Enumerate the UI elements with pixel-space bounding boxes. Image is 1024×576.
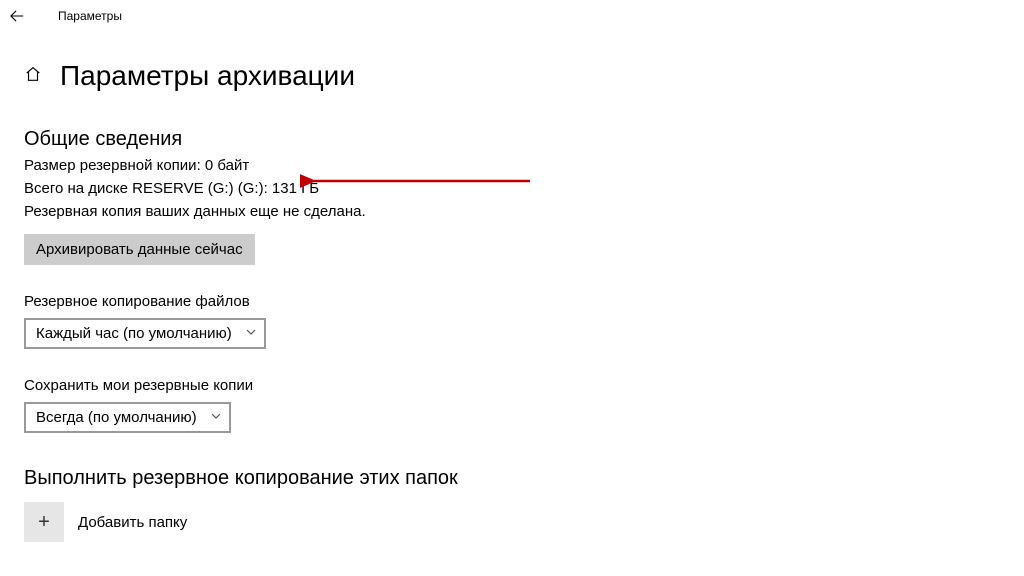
backup-size-line: Размер резервной копии: 0 байт (24, 157, 1024, 174)
frequency-dropdown[interactable]: Каждый час (по умолчанию) (24, 318, 266, 349)
app-name: Параметры (58, 9, 122, 23)
add-folder-button[interactable]: + Добавить папку (24, 502, 1024, 542)
page-header: Параметры архивации (24, 60, 1024, 92)
page-title: Параметры архивации (60, 60, 355, 92)
retention-dropdown[interactable]: Всегда (по умолчанию) (24, 402, 231, 433)
title-bar: Параметры (0, 0, 1024, 32)
plus-icon: + (24, 502, 64, 542)
content-area: Параметры архивации Общие сведения Разме… (0, 32, 1024, 542)
retention-value: Всегда (по умолчанию) (36, 409, 197, 426)
back-icon[interactable] (10, 9, 40, 23)
disk-total-line: Всего на диске RESERVE (G:) (G:): 131 ГБ (24, 180, 1024, 197)
retention-label: Сохранить мои резервные копии (24, 377, 1024, 394)
backup-status-line: Резервная копия ваших данных еще не сдел… (24, 203, 1024, 220)
chevron-down-icon (246, 327, 256, 340)
overview-heading: Общие сведения (24, 128, 1024, 151)
frequency-label: Резервное копирование файлов (24, 293, 1024, 310)
add-folder-label: Добавить папку (78, 514, 187, 531)
home-icon[interactable] (24, 65, 42, 88)
folders-heading: Выполнить резервное копирование этих пап… (24, 467, 1024, 490)
frequency-value: Каждый час (по умолчанию) (36, 325, 232, 342)
backup-now-button[interactable]: Архивировать данные сейчас (24, 234, 255, 265)
chevron-down-icon (211, 411, 221, 424)
